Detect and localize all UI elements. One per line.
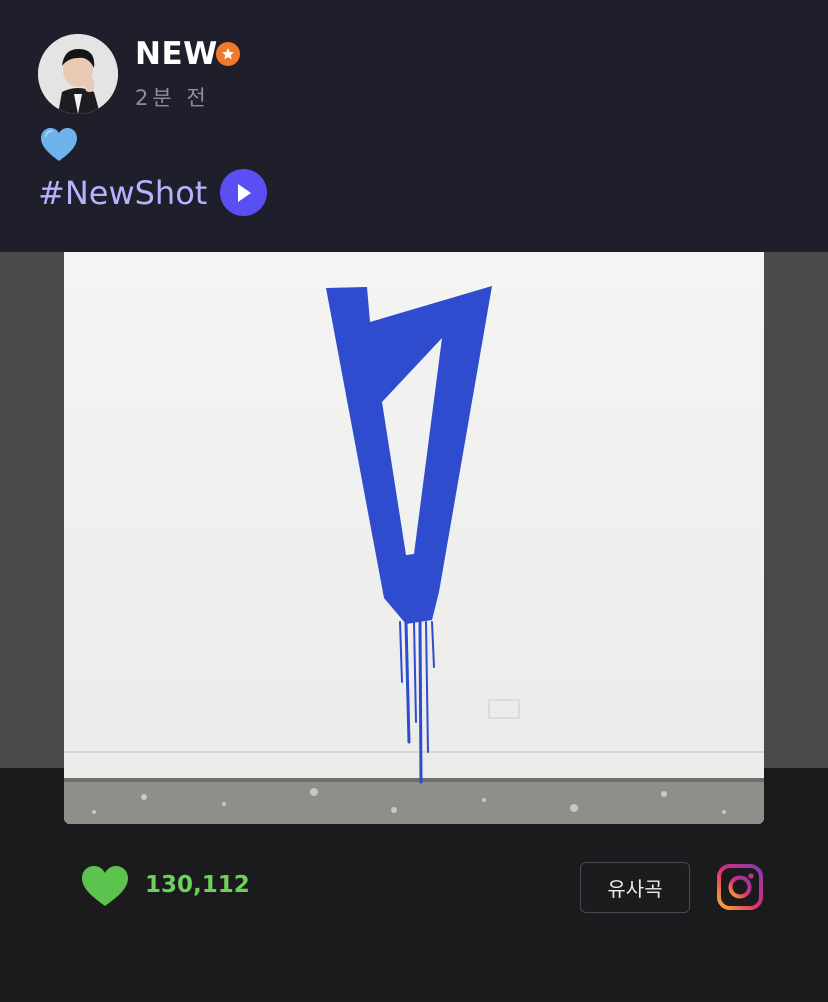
instagram-icon[interactable] xyxy=(716,863,764,911)
heart-icon[interactable] xyxy=(81,865,129,907)
verified-star-icon xyxy=(216,42,240,66)
username[interactable]: NEW xyxy=(135,36,218,72)
hashtag-link[interactable]: #NewShot xyxy=(38,174,207,212)
blue-heart-icon xyxy=(41,128,77,161)
album-art-image[interactable] xyxy=(64,252,764,824)
post-header: NEW 2분 전 #NewShot xyxy=(0,0,828,252)
post-time: 2분 전 xyxy=(135,86,210,110)
play-icon xyxy=(237,183,251,202)
avatar[interactable] xyxy=(38,34,118,114)
similar-songs-button[interactable]: 유사곡 xyxy=(580,862,690,913)
like-count: 130,112 xyxy=(145,872,250,898)
play-button[interactable] xyxy=(220,169,267,216)
